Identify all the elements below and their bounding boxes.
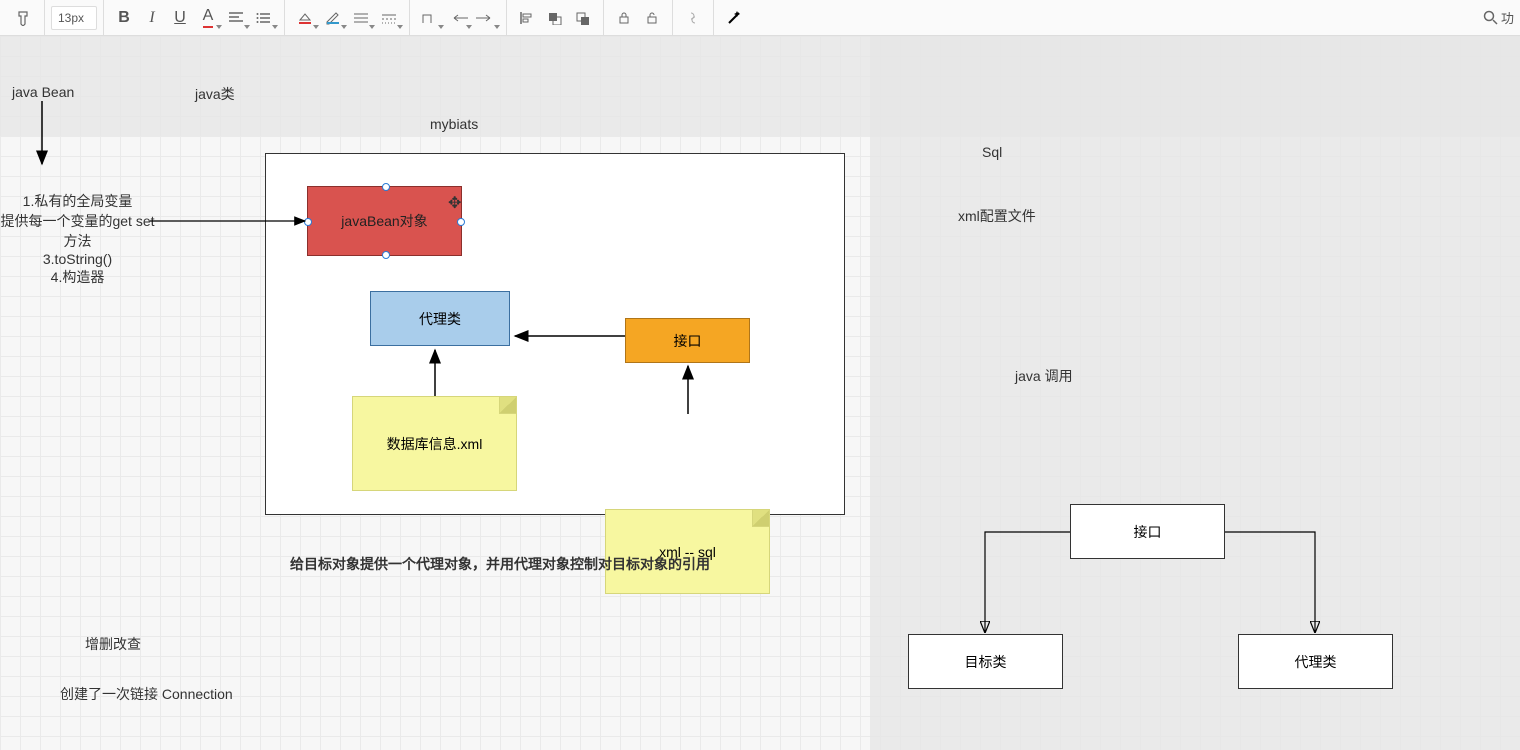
underline-button[interactable]: U xyxy=(166,4,194,32)
node-proxy-class-2[interactable]: 代理类 xyxy=(1238,634,1393,689)
label-proxy-summary[interactable]: 给目标对象提供一个代理对象，并用代理对象控制对目标对象的引用 xyxy=(290,554,710,574)
node-label: 代理类 xyxy=(419,309,461,329)
connector-type-button[interactable] xyxy=(416,4,444,32)
line-width-button[interactable] xyxy=(347,4,375,32)
selection-handle[interactable] xyxy=(382,251,390,259)
note-xml-sql[interactable]: xml -- sql xyxy=(605,509,770,594)
label-java-class[interactable]: java类 xyxy=(195,84,235,104)
list-button[interactable] xyxy=(250,4,278,32)
arrow-start-button[interactable] xyxy=(444,4,472,32)
selection-handle[interactable] xyxy=(304,218,312,226)
note-label: 数据库信息.xml xyxy=(387,434,483,454)
label-java-call[interactable]: java 调用 xyxy=(1015,366,1073,386)
fill-color-button[interactable] xyxy=(291,4,319,32)
format-painter-button[interactable] xyxy=(10,4,38,32)
node-label: 代理类 xyxy=(1295,652,1337,672)
arrow-end-button[interactable] xyxy=(472,4,500,32)
font-color-button[interactable]: A xyxy=(194,4,222,32)
font-size-select[interactable]: 13px xyxy=(51,6,97,30)
chevron-down-icon xyxy=(272,25,278,29)
chevron-down-icon xyxy=(494,25,500,29)
search-icon xyxy=(1483,10,1499,26)
node-label: 接口 xyxy=(1134,522,1162,542)
search-button[interactable]: 功 xyxy=(1483,8,1514,27)
magic-button[interactable] xyxy=(720,4,748,32)
node-label: 目标类 xyxy=(965,652,1007,672)
note-db-info-xml[interactable]: 数据库信息.xml xyxy=(352,396,517,491)
diagram-canvas[interactable]: java Bean java类 mybiats Sql xml配置文件 java… xyxy=(0,36,1520,750)
selection-handle[interactable] xyxy=(382,183,390,191)
node-label: javaBean对象 xyxy=(341,211,427,231)
label-xml-config[interactable]: xml配置文件 xyxy=(958,206,1036,226)
chevron-down-icon xyxy=(397,25,403,29)
search-label: 功 xyxy=(1501,8,1514,27)
italic-button[interactable]: I xyxy=(138,4,166,32)
node-label: 接口 xyxy=(674,331,702,351)
send-back-button[interactable] xyxy=(569,4,597,32)
font-size-value: 13px xyxy=(58,11,84,25)
selection-handle[interactable] xyxy=(457,218,465,226)
lock-button[interactable] xyxy=(610,4,638,32)
label-java-bean[interactable]: java Bean xyxy=(12,84,74,100)
label-bean-rules[interactable]: 1.私有的全局变量 提供每一个变量的get set 方法 3.toString(… xyxy=(0,191,155,287)
align-button[interactable] xyxy=(222,4,250,32)
node-proxy-class[interactable]: 代理类 xyxy=(370,291,510,346)
node-interface-2[interactable]: 接口 xyxy=(1070,504,1225,559)
label-mybiats[interactable]: mybiats xyxy=(430,116,478,132)
align-left-button[interactable] xyxy=(513,4,541,32)
label-connection[interactable]: 创建了一次链接 Connection xyxy=(60,684,233,704)
unlock-button[interactable] xyxy=(638,4,666,32)
bold-button[interactable]: B xyxy=(110,4,138,32)
node-javabean-obj[interactable]: javaBean对象 ✥ xyxy=(307,186,462,256)
node-target-class[interactable]: 目标类 xyxy=(908,634,1063,689)
line-color-button[interactable] xyxy=(319,4,347,32)
line-style-button[interactable] xyxy=(375,4,403,32)
label-crud[interactable]: 增删改查 xyxy=(85,634,141,654)
label-sql[interactable]: Sql xyxy=(982,144,1002,160)
bring-front-button[interactable] xyxy=(541,4,569,32)
node-interface[interactable]: 接口 xyxy=(625,318,750,363)
move-cursor-icon: ✥ xyxy=(448,193,461,213)
toolbar: 13px B I U A xyxy=(0,0,1520,36)
link-button[interactable] xyxy=(679,4,707,32)
